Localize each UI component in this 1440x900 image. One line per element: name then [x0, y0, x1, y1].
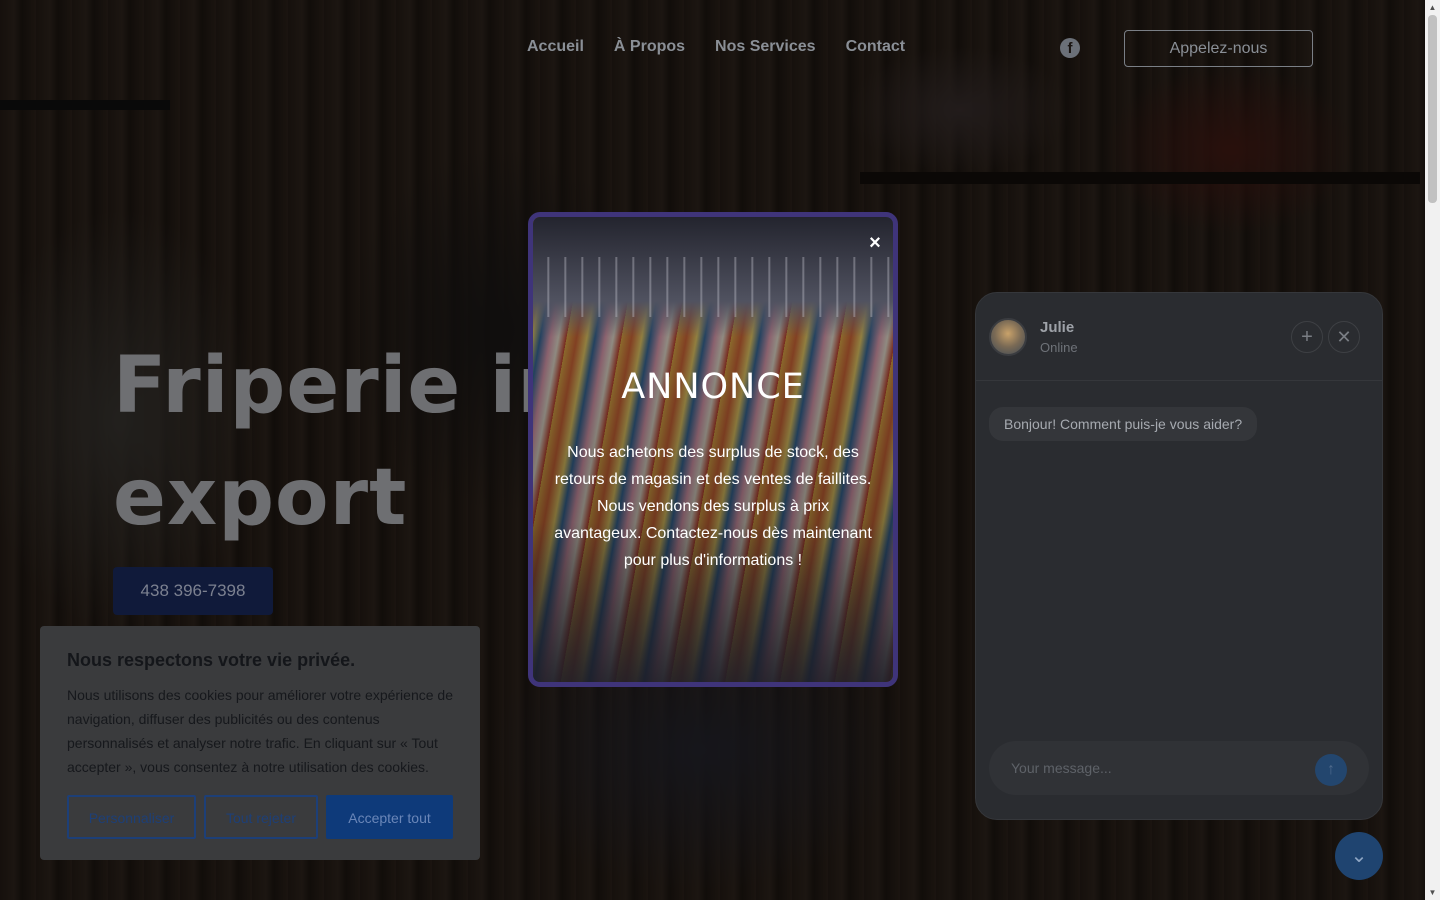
facebook-icon[interactable]: f	[1060, 38, 1080, 58]
chat-toggle-chevron-down-icon[interactable]: ⌄	[1335, 832, 1383, 880]
chat-message-input[interactable]	[989, 741, 1369, 795]
cookie-customize-button[interactable]: Personnaliser	[67, 795, 196, 839]
nav-link-accueil[interactable]: Accueil	[527, 38, 584, 56]
scroll-up-arrow-icon[interactable]: ▲	[1425, 0, 1440, 15]
phone-button[interactable]: 438 396-7398	[113, 567, 273, 615]
cookie-accept-button[interactable]: Accepter tout	[326, 795, 453, 839]
cookie-title: Nous respectons votre vie privée.	[67, 650, 356, 670]
page-scrollbar[interactable]: ▲ ▼	[1425, 0, 1440, 900]
modal-close-icon[interactable]: ×	[863, 231, 887, 255]
send-arrow-icon[interactable]: ↑	[1315, 754, 1347, 786]
cookie-banner: Nous respectons votre vie privée. Nous u…	[40, 626, 480, 860]
call-us-button[interactable]: Appelez-nous	[1124, 30, 1313, 67]
cookie-text: Nous utilisons des cookies pour améliore…	[67, 687, 453, 775]
agent-name: Julie	[1040, 319, 1075, 336]
nav-links: Accueil À Propos Nos Services Contact	[527, 38, 905, 56]
hangers-image	[533, 257, 893, 317]
nav-link-a-propos[interactable]: À Propos	[614, 38, 685, 56]
agent-avatar	[989, 318, 1027, 356]
scroll-down-arrow-icon[interactable]: ▼	[1425, 885, 1440, 900]
hero-title: Friperie im export	[113, 330, 573, 554]
chat-close-icon[interactable]: ✕	[1328, 321, 1360, 353]
cookie-reject-button[interactable]: Tout rejeter	[204, 795, 318, 839]
new-chat-plus-icon[interactable]: +	[1291, 321, 1323, 353]
agent-status: Online	[1040, 340, 1078, 355]
scroll-thumb[interactable]	[1428, 15, 1437, 203]
chat-message-bubble: Bonjour! Comment puis-je vous aider?	[989, 407, 1258, 441]
nav-link-contact[interactable]: Contact	[846, 38, 906, 56]
modal-text: Nous achetons des surplus de stock, des …	[554, 444, 872, 569]
modal-title: ANNONCE	[621, 367, 805, 407]
nav-link-nos-services[interactable]: Nos Services	[715, 38, 816, 56]
hero-title-line-2: export	[113, 453, 408, 543]
hero-title-line-1: Friperie im	[113, 341, 573, 431]
top-nav: Accueil À Propos Nos Services Contact f …	[0, 0, 1425, 96]
announcement-modal: × ANNONCE Nous achetons des surplus de s…	[528, 212, 898, 687]
chat-widget: Julie Online + ✕ Bonjour! Comment puis-j…	[975, 292, 1383, 820]
chat-header: Julie Online + ✕	[976, 293, 1382, 381]
